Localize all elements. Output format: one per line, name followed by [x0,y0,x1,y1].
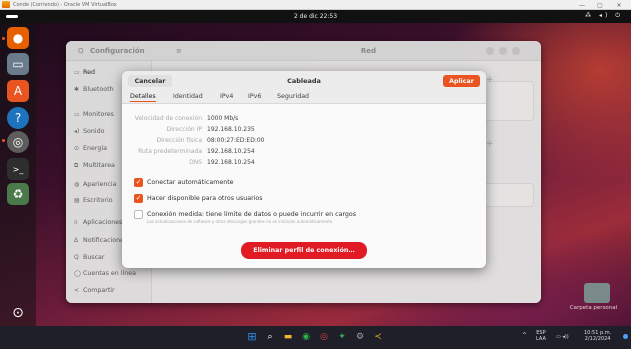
dock-settings[interactable]: ◎ [7,131,29,153]
dock-trash[interactable]: ♻ [7,183,29,205]
home-folder-icon[interactable] [584,283,610,303]
detail-label: Ruta predeterminada [138,148,202,155]
tab-ipv6[interactable]: IPv6 [248,93,261,100]
detail-row-dns: DNS 192.168.10.254 [122,159,255,168]
apply-button[interactable]: Aplicar [443,75,480,87]
dock-terminal[interactable]: >_ [7,158,29,180]
dialog-header: Cancelar Cableada Aplicar [122,71,486,90]
dock-files[interactable]: ▭ [7,53,29,75]
taskbar-date: 2/12/2024 [584,336,611,342]
auto-connect-row[interactable]: ✓ Conectar automáticamente [134,178,234,187]
dock-firefox[interactable]: ● [7,27,29,49]
detail-row-mac: Dirección física 08:00:27:ED:ED:00 [122,137,264,146]
windows-icon[interactable]: ⊞ [246,331,258,343]
tab-ipv4[interactable]: IPv4 [220,93,233,100]
home-folder-label[interactable]: Carpeta personal [556,305,631,311]
detail-row-speed: Velocidad de conexión 1000 Mb/s [122,115,239,124]
minimize-button[interactable]: — [575,0,589,10]
detail-row-gateway: Ruta predeterminada 192.168.10.254 [122,148,255,157]
running-indicator [2,139,5,142]
host-taskbar: ⊞ ⌕ ▬ ◉ ◎ ✦ ⚙ ≺ ^ ESP LAA ▭ ◂)) 10:51 p.… [0,326,631,349]
trash-icon: ♻ [12,187,24,201]
vm-titlebar: Conde (Corriendo) - Oracle VM VirtualBox… [0,0,631,10]
top-bar: 2 de dic 22:53 ⁂ ◂) ⏻ [0,10,631,23]
notification-icon[interactable] [623,334,628,339]
keyboard-layout: LAA [536,336,546,342]
detail-row-ip: Dirección IP 192.168.10.235 [122,126,255,135]
chrome-icon[interactable]: ◎ [318,331,330,343]
metered-label: Conexión medida: tiene límite de datos o… [147,211,357,218]
detail-label: Velocidad de conexión [134,115,202,122]
search-icon[interactable]: ⌕ [264,331,276,343]
tab-seguridad[interactable]: Seguridad [277,93,309,100]
metered-checkbox[interactable] [134,210,143,219]
auto-connect-label: Conectar automáticamente [147,179,234,186]
folder-icon[interactable]: ▬ [282,331,294,343]
show-apps-icon: ⊙ [12,305,24,321]
help-icon: ? [14,111,22,125]
settings-app-icon[interactable]: ⚙ [354,331,366,343]
wired-connection-dialog: Cancelar Cableada Aplicar Detalles Ident… [122,71,486,268]
dock-app-center[interactable]: A [7,80,29,102]
files-icon: ▭ [12,57,24,71]
detail-value: 192.168.10.254 [207,148,255,155]
clock[interactable]: 2 de dic 22:53 [0,13,631,20]
available-others-row[interactable]: ✓ Hacer disponible para otros usuarios [134,194,263,203]
multicolor-app-icon[interactable]: ✦ [336,331,348,343]
chevron-up-icon[interactable]: ^ [522,333,527,339]
tab-detalles[interactable]: Detalles [130,93,156,102]
vm-window-title: Conde (Corriendo) - Oracle VM VirtualBox [13,1,117,8]
system-tray[interactable]: ⁂ ◂) ⏻ [585,12,623,20]
detail-value: 192.168.10.254 [207,159,255,166]
language-indicator[interactable]: ESP LAA [536,330,546,342]
app-center-icon: A [13,84,23,98]
dialog-title: Cableada [287,77,321,85]
taskbar-clock[interactable]: 10:51 p.m. 2/12/2024 [584,330,611,342]
available-others-label: Hacer disponible para otros usuarios [147,195,263,202]
terminal-icon: >_ [12,164,24,174]
settings-icon: ◎ [12,135,24,149]
detail-value: 08:00:27:ED:ED:00 [207,137,265,144]
detail-value: 1000 Mb/s [207,115,239,122]
metered-row[interactable]: Conexión medida: tiene límite de datos o… [134,210,356,224]
dock: ● ▭ A ? ◎ >_ ♻ ⊙ [0,23,36,326]
firefox-icon: ● [12,31,24,45]
virtualbox-icon [2,1,10,8]
dialog-tabs: Detalles Identidad IPv4 IPv6 Seguridad [122,90,486,104]
detail-value: 192.168.10.235 [207,126,255,133]
delete-profile-button[interactable]: Eliminar perfil de conexión… [241,242,367,259]
show-apps-button[interactable]: ⊙ [7,302,29,324]
detail-label: DNS [189,159,202,166]
network-volume-icons[interactable]: ▭ ◂)) [556,334,569,340]
metered-text: Conexión medida: tiene límite de datos o… [147,210,356,224]
maximize-button[interactable]: ▢ [593,0,607,10]
dock-help[interactable]: ? [7,107,29,129]
running-indicator [2,37,5,40]
auto-connect-checkbox[interactable]: ✓ [134,178,143,187]
detail-label: Dirección IP [166,126,202,133]
available-others-checkbox[interactable]: ✓ [134,194,143,203]
tab-identidad[interactable]: Identidad [173,93,203,100]
editor-icon[interactable]: ≺ [372,331,384,343]
detail-label: Dirección física [156,137,202,144]
green-app-icon[interactable]: ◉ [300,331,312,343]
metered-sublabel: Las actualizaciones de software y otras … [147,219,334,224]
close-button[interactable]: ✕ [612,0,626,10]
